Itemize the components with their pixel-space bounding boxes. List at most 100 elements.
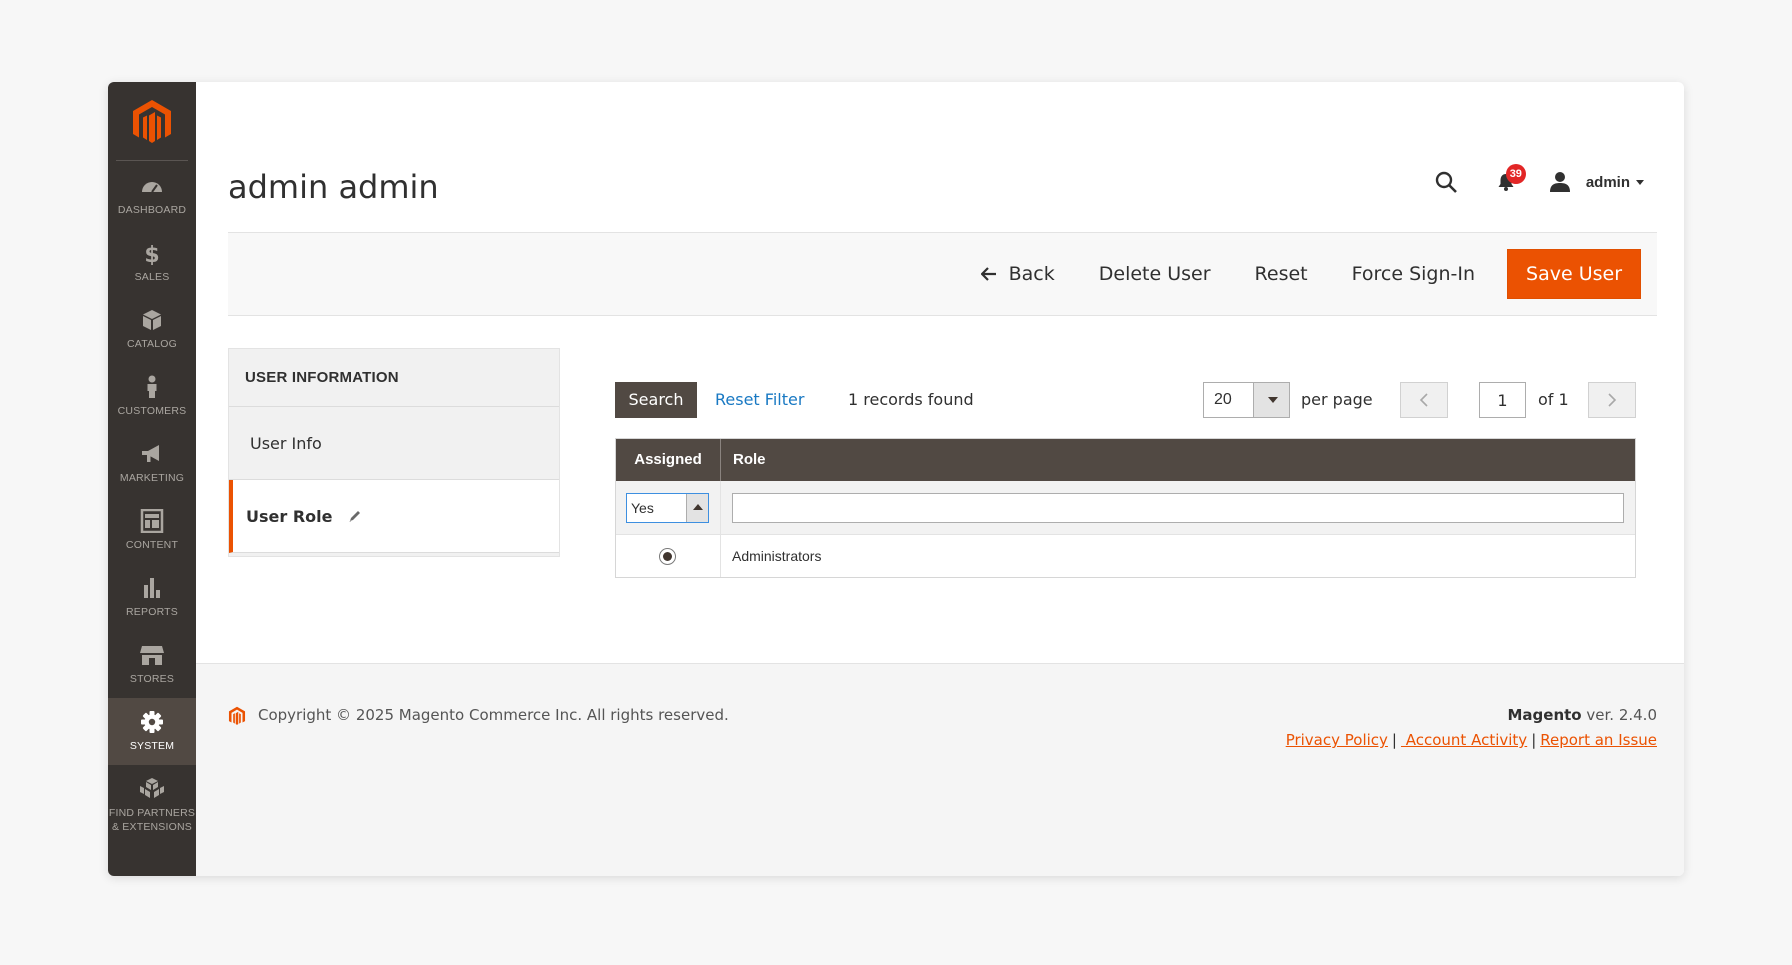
layout-icon bbox=[140, 509, 164, 533]
copyright-text: Copyright © 2025 Magento Commerce Inc. A… bbox=[258, 706, 729, 724]
nav-label: CONTENT bbox=[125, 539, 179, 551]
report-issue-link[interactable]: Report an Issue bbox=[1540, 731, 1657, 749]
nav-label: SYSTEM bbox=[129, 740, 175, 752]
per-page-select[interactable]: 20 bbox=[1203, 382, 1290, 418]
bar-chart-icon bbox=[144, 578, 160, 598]
user-icon bbox=[1549, 172, 1570, 192]
person-icon bbox=[147, 375, 157, 398]
previous-page-button[interactable] bbox=[1400, 382, 1448, 418]
chevron-up-icon bbox=[686, 494, 708, 522]
dollar-icon: $ bbox=[144, 243, 159, 265]
grid-search-button[interactable]: Search bbox=[615, 382, 697, 418]
roles-grid: Assigned Role Yes Administrators bbox=[615, 438, 1636, 578]
nav-stores[interactable]: STORES bbox=[108, 631, 196, 698]
search-icon bbox=[1435, 171, 1457, 193]
tab-label: User Info bbox=[250, 433, 322, 453]
admin-window: DASHBOARD $ SALES CATALOG CUSTOMERS MARK… bbox=[108, 82, 1684, 876]
save-user-button[interactable]: Save User bbox=[1507, 249, 1641, 299]
chevron-left-icon bbox=[1419, 393, 1428, 407]
main-content: admin admin 39 admin Back Delete User Re… bbox=[196, 82, 1684, 876]
admin-sidebar: DASHBOARD $ SALES CATALOG CUSTOMERS MARK… bbox=[108, 82, 196, 876]
page-footer: Copyright © 2025 Magento Commerce Inc. A… bbox=[196, 663, 1684, 876]
page-title: admin admin bbox=[228, 168, 439, 206]
link-separator: | bbox=[1531, 731, 1537, 749]
nav-system[interactable]: SYSTEM bbox=[108, 698, 196, 765]
svg-text:$: $ bbox=[144, 243, 159, 265]
privacy-policy-link[interactable]: Privacy Policy bbox=[1286, 731, 1388, 749]
version-text: Magento ver. 2.4.0 bbox=[1508, 706, 1658, 724]
admin-username: admin bbox=[1585, 173, 1630, 191]
back-label: Back bbox=[1008, 263, 1055, 285]
nav-dashboard[interactable]: DASHBOARD bbox=[108, 162, 196, 229]
admin-user-menu[interactable]: admin bbox=[1586, 174, 1644, 191]
page-of-label: of 1 bbox=[1538, 390, 1569, 409]
magento-logo-icon[interactable] bbox=[126, 96, 178, 148]
gear-icon bbox=[141, 711, 163, 733]
user-account-button[interactable] bbox=[1546, 168, 1574, 196]
nav-marketing[interactable]: MARKETING bbox=[108, 430, 196, 497]
logo-divider bbox=[116, 160, 188, 161]
pencil-icon bbox=[349, 511, 361, 522]
nav-customers[interactable]: CUSTOMERS bbox=[108, 363, 196, 430]
role-filter-input[interactable] bbox=[732, 493, 1624, 523]
caret-down-icon bbox=[1636, 179, 1644, 185]
nav-label: SALES bbox=[134, 271, 170, 283]
nav-label-line1: FIND PARTNERS bbox=[108, 807, 196, 819]
assigned-filter-select[interactable]: Yes bbox=[626, 493, 709, 523]
filter-cell-assigned: Yes bbox=[616, 481, 721, 534]
link-separator: | bbox=[1391, 731, 1397, 749]
nav-label: FIND PARTNERS & EXTENSIONS bbox=[108, 806, 196, 834]
grid-header-row: Assigned Role bbox=[616, 439, 1635, 481]
delete-user-button[interactable]: Delete User bbox=[1077, 249, 1233, 299]
notifications-button[interactable]: 39 bbox=[1492, 164, 1526, 196]
tab-user-info[interactable]: User Info bbox=[229, 407, 559, 480]
megaphone-icon bbox=[142, 445, 159, 462]
version-number: ver. 2.4.0 bbox=[1581, 706, 1657, 724]
grid-filter-row: Yes bbox=[616, 481, 1635, 535]
nav-catalog[interactable]: CATALOG bbox=[108, 296, 196, 363]
magento-footer-logo-icon bbox=[228, 706, 246, 725]
role-cell: Administrators bbox=[732, 548, 822, 564]
nav-label: CATALOG bbox=[126, 338, 178, 350]
dashboard-icon bbox=[142, 182, 162, 193]
chevron-right-icon bbox=[1608, 393, 1617, 407]
header-actions: 39 admin bbox=[1432, 164, 1644, 200]
reset-button[interactable]: Reset bbox=[1233, 249, 1330, 299]
nav-find-partners[interactable]: FIND PARTNERS & EXTENSIONS bbox=[108, 765, 196, 845]
account-activity-link[interactable]: Account Activity bbox=[1401, 731, 1527, 749]
user-information-tabs: USER INFORMATION User Info User Role bbox=[228, 348, 560, 557]
nav-label: STORES bbox=[129, 673, 175, 685]
global-search-button[interactable] bbox=[1432, 168, 1460, 196]
box-icon bbox=[143, 310, 161, 330]
tab-user-role[interactable]: User Role bbox=[229, 480, 559, 553]
storefront-icon bbox=[140, 646, 164, 665]
chevron-down-icon bbox=[1253, 383, 1289, 417]
filter-cell-role bbox=[721, 481, 1635, 534]
nav-label: DASHBOARD bbox=[117, 204, 187, 216]
column-header-assigned[interactable]: Assigned bbox=[616, 439, 721, 481]
assigned-radio[interactable] bbox=[659, 548, 676, 565]
nav-label-line2: & EXTENSIONS bbox=[111, 821, 192, 833]
reset-filter-link[interactable]: Reset Filter bbox=[715, 382, 804, 418]
next-page-button[interactable] bbox=[1588, 382, 1636, 418]
tab-label: User Role bbox=[246, 506, 333, 526]
nav-reports[interactable]: REPORTS bbox=[108, 564, 196, 631]
back-button[interactable]: Back bbox=[959, 249, 1077, 299]
column-header-role[interactable]: Role bbox=[721, 439, 1635, 481]
page-actions-bar: Back Delete User Reset Force Sign-In Sav… bbox=[228, 232, 1657, 316]
nav-label: MARKETING bbox=[119, 472, 185, 484]
footer-links: Privacy Policy | Account Activity | Report … bbox=[1286, 731, 1657, 749]
table-row[interactable]: Administrators bbox=[616, 535, 1635, 577]
cubes-icon bbox=[140, 778, 164, 798]
nav-label: CUSTOMERS bbox=[117, 405, 187, 417]
arrow-left-icon bbox=[980, 267, 996, 281]
brand-name: Magento bbox=[1507, 706, 1582, 724]
nav-content[interactable]: CONTENT bbox=[108, 497, 196, 564]
page-number-input[interactable] bbox=[1479, 382, 1526, 418]
nav-sales[interactable]: $ SALES bbox=[108, 229, 196, 296]
force-signin-button[interactable]: Force Sign-In bbox=[1330, 249, 1497, 299]
per-page-label: per page bbox=[1301, 390, 1373, 409]
assigned-filter-value: Yes bbox=[631, 500, 654, 516]
nav-label: REPORTS bbox=[126, 606, 178, 618]
notifications-badge: 39 bbox=[1505, 164, 1526, 184]
